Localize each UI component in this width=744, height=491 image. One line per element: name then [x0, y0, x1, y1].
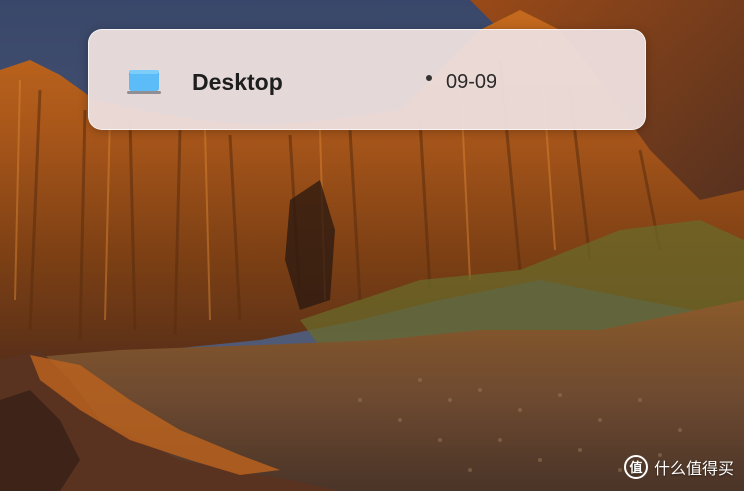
watermark-text: 什么值得买: [653, 461, 734, 478]
search-result-card[interactable]: Desktop 09-09: [88, 29, 646, 130]
watermark: 值 什么值得买: [623, 453, 734, 481]
file-date: 09-09: [446, 71, 496, 93]
file-date-container: 09-09: [446, 68, 496, 98]
separator-dot: [426, 75, 432, 81]
svg-text:值: 值: [629, 460, 642, 476]
watermark-logo-icon: 值: [623, 455, 648, 479]
folder-icon: [127, 70, 161, 94]
file-name: Desktop: [192, 69, 283, 95]
